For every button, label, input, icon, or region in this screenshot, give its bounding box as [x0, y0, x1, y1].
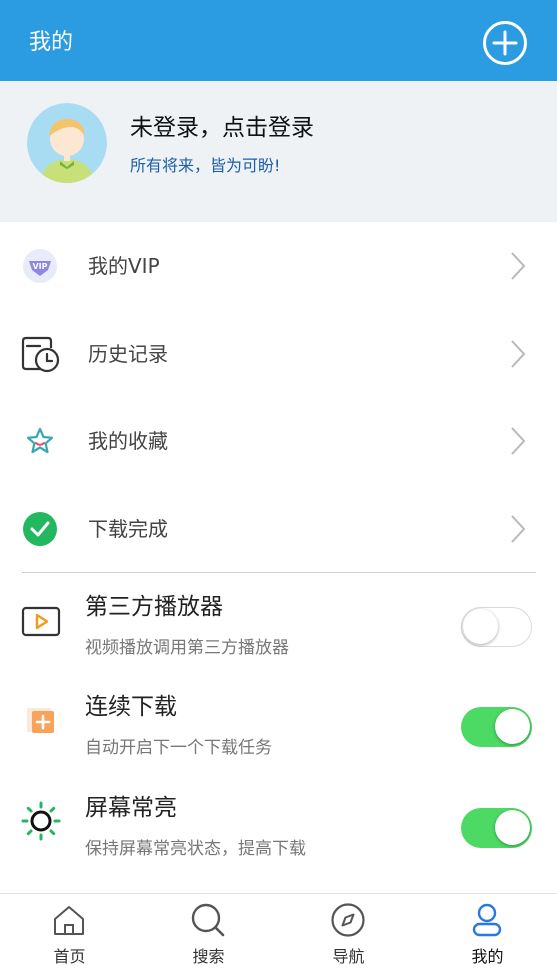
avatar[interactable]	[27, 103, 107, 183]
menu-item-vip[interactable]: VIP 我的VIP	[0, 222, 557, 309]
chevron-right-icon	[511, 252, 526, 280]
svg-text:VIP: VIP	[32, 262, 47, 271]
player-icon	[21, 606, 61, 637]
login-prompt[interactable]: 未登录，点击登录	[130, 112, 314, 144]
setting-desc: 自动开启下一个下载任务	[85, 738, 272, 758]
page-title: 我的	[29, 30, 74, 55]
setting-screen-on: 屏幕常亮 保持屏幕常亮状态，提高下载	[0, 776, 557, 876]
setting-name: 连续下载	[85, 694, 177, 720]
home-icon	[54, 906, 84, 935]
toggle-knob	[463, 609, 498, 644]
toggle-knob	[495, 709, 530, 744]
menu-item-history[interactable]: 历史记录	[0, 310, 557, 397]
bottom-nav: 首页 搜索 导航 我的	[0, 893, 557, 969]
setting-name: 第三方播放器	[85, 594, 223, 620]
setting-continuous-download: 连续下载 自动开启下一个下载任务	[0, 675, 557, 775]
setting-desc: 视频播放调用第三方播放器	[85, 638, 289, 658]
plus-circle-icon[interactable]	[482, 20, 528, 66]
sun-icon	[21, 801, 61, 841]
check-circle-icon	[23, 512, 57, 546]
setting-name: 屏幕常亮	[85, 795, 177, 821]
menu-item-label: 我的VIP	[88, 254, 160, 278]
star-icon	[26, 427, 54, 454]
download-queue-icon	[27, 708, 54, 733]
nav-label: 导航	[332, 947, 365, 966]
chevron-right-icon	[511, 340, 526, 368]
screen-on-toggle[interactable]	[461, 808, 532, 848]
menu-item-label: 下载完成	[88, 517, 168, 541]
chevron-right-icon	[511, 427, 526, 455]
nav-label: 搜索	[192, 947, 225, 966]
menu-item-favorites[interactable]: 我的收藏	[0, 397, 557, 484]
continuous-download-toggle[interactable]	[461, 707, 532, 747]
compass-icon	[331, 903, 365, 937]
menu-item-label: 历史记录	[88, 342, 168, 366]
section-divider	[22, 572, 536, 573]
menu-item-label: 我的收藏	[88, 429, 168, 453]
nav-label: 首页	[53, 947, 86, 966]
setting-desc: 保持屏幕常亮状态，提高下载	[85, 839, 306, 859]
toggle-knob	[495, 810, 530, 845]
history-icon	[21, 336, 60, 373]
chevron-right-icon	[511, 515, 526, 543]
app-header: 我的	[0, 0, 557, 81]
nav-search[interactable]: 搜索	[139, 894, 278, 969]
setting-third-party-player: 第三方播放器 视频播放调用第三方播放器	[0, 575, 557, 675]
nav-mine[interactable]: 我的	[418, 894, 557, 969]
profile-motto: 所有将来，皆为可盼!	[130, 156, 281, 175]
vip-icon: VIP	[23, 249, 57, 283]
nav-home[interactable]: 首页	[0, 894, 139, 969]
nav-label: 我的	[471, 947, 504, 966]
menu-item-downloads[interactable]: 下载完成	[0, 485, 557, 572]
nav-navigate[interactable]: 导航	[279, 894, 418, 969]
search-icon	[191, 903, 225, 937]
player-toggle[interactable]	[461, 607, 532, 647]
profile-login-card[interactable]: 未登录，点击登录 所有将来，皆为可盼!	[0, 81, 557, 222]
user-icon	[472, 903, 502, 937]
